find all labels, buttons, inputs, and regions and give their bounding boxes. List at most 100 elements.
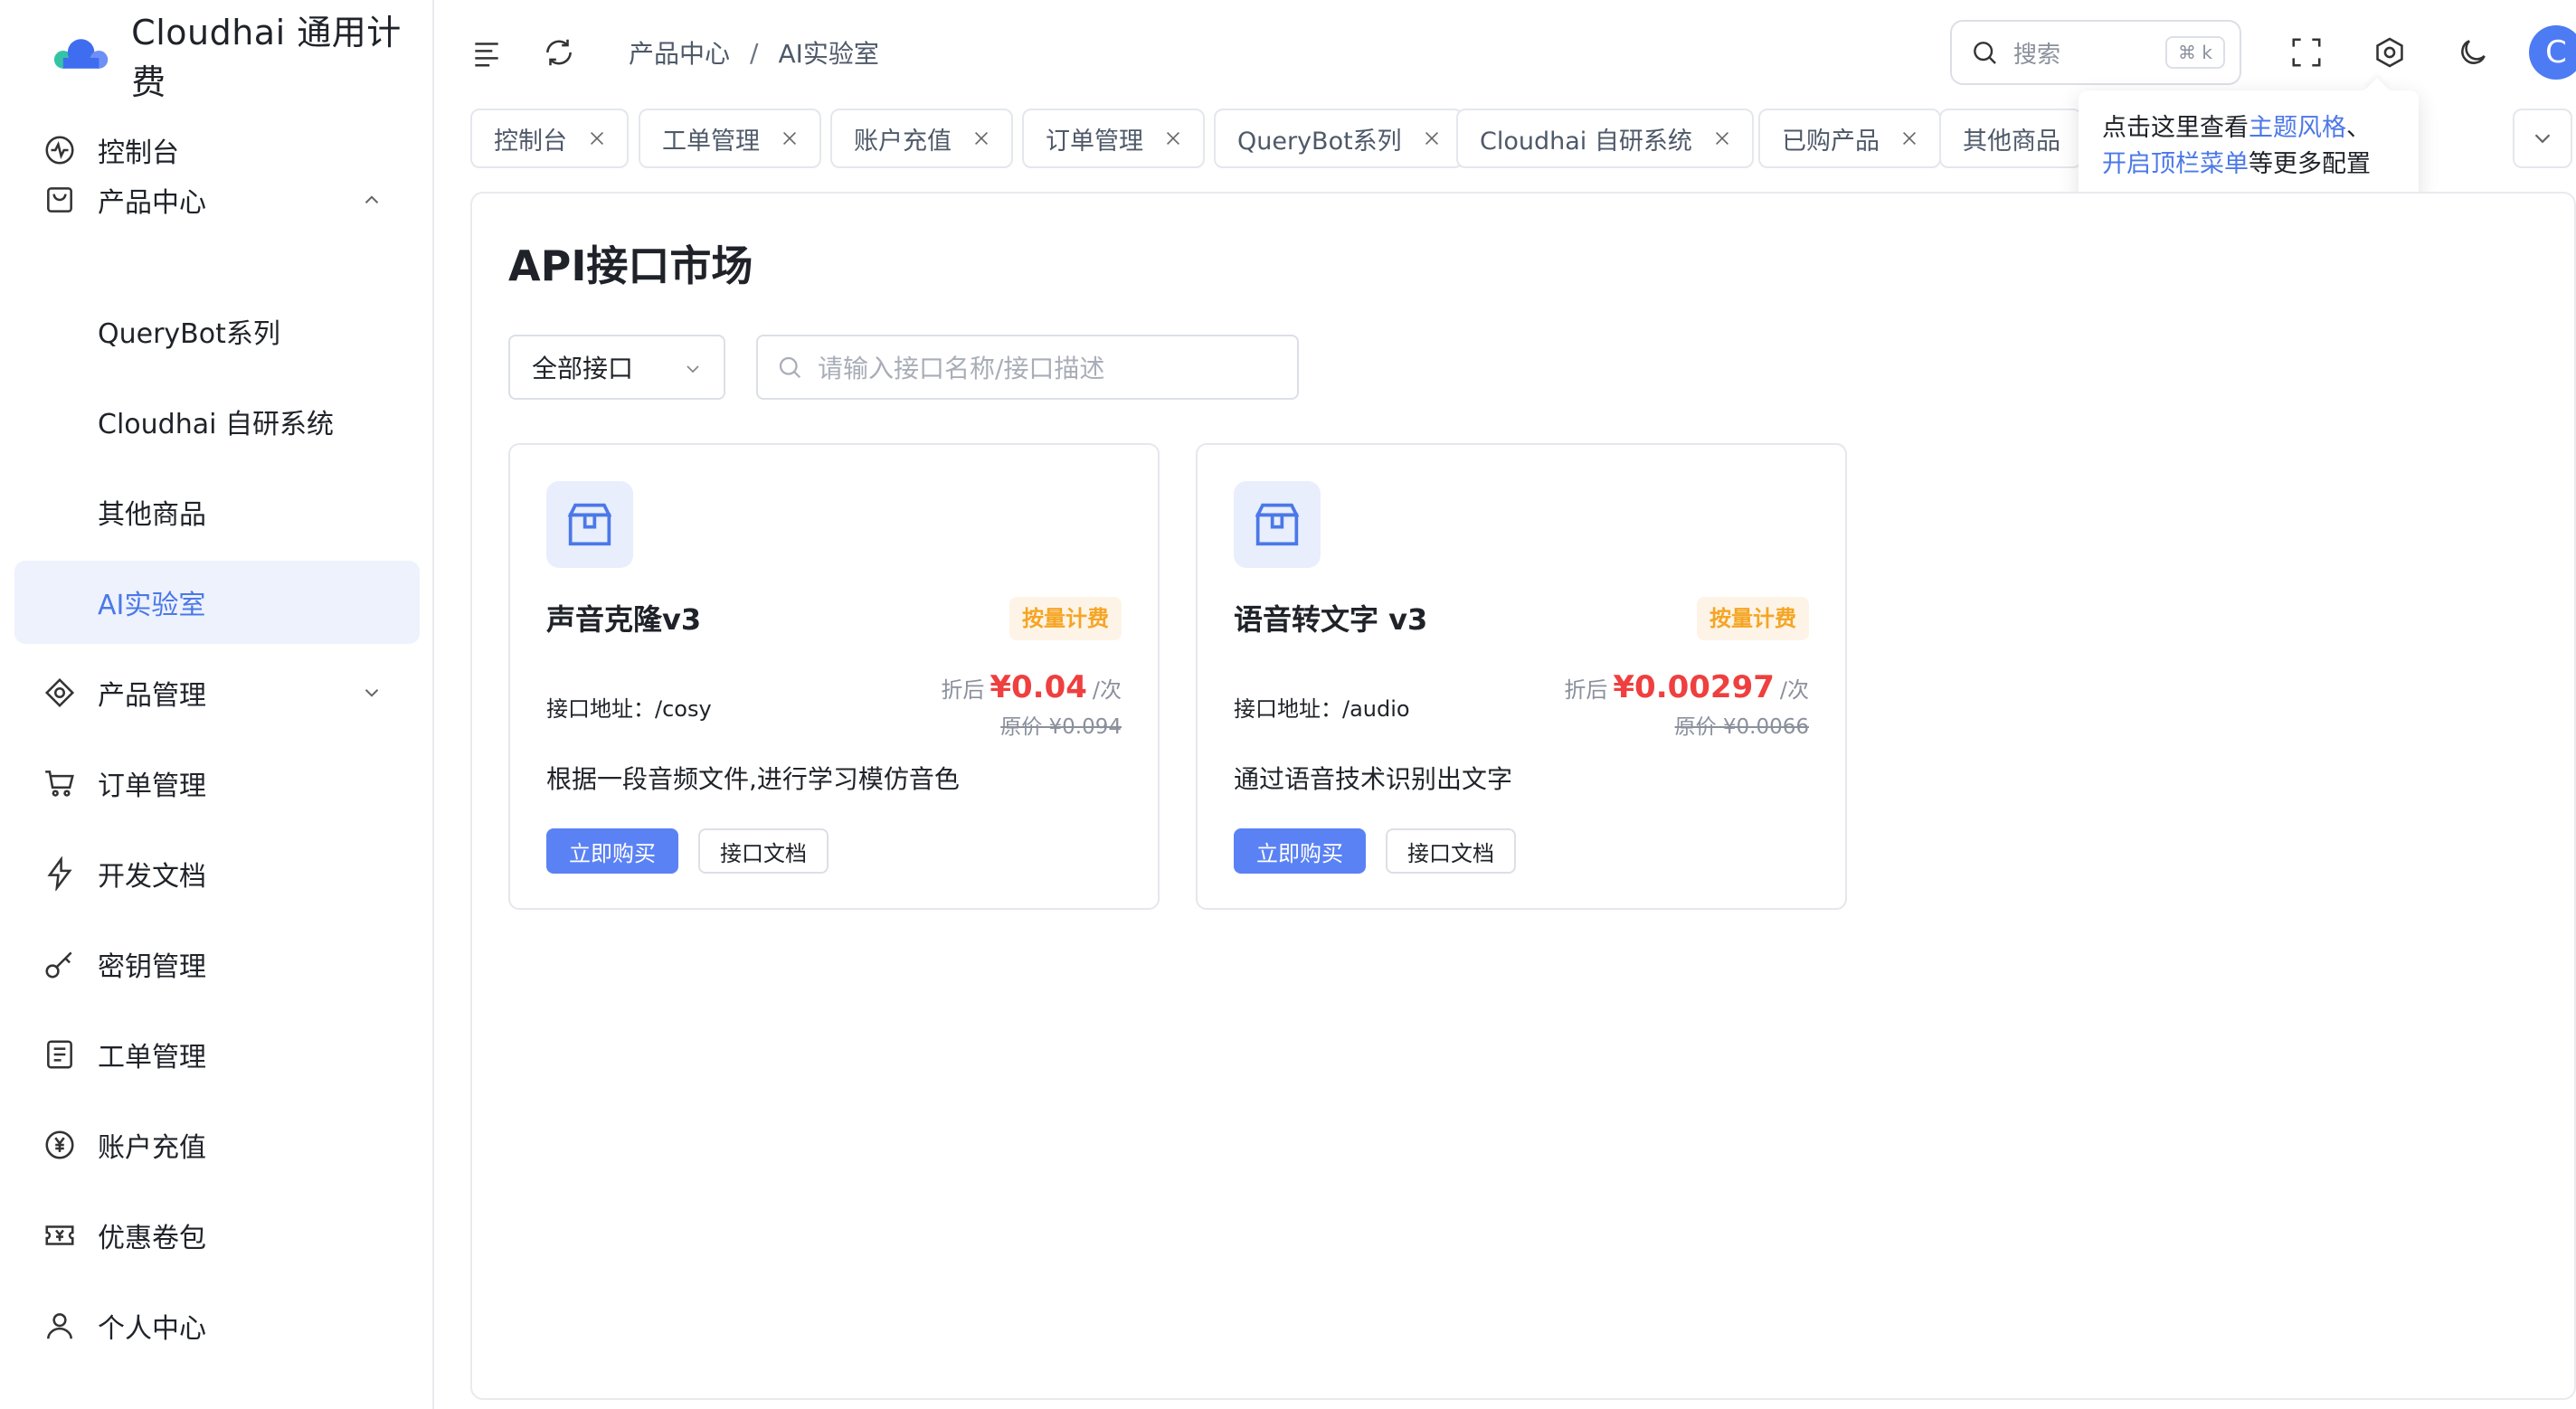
api-search-input[interactable]: 请输入接口名称/接口描述 <box>756 335 1299 400</box>
api-address: 接口地址：/cosy <box>546 691 712 723</box>
sidebar-item-label: 订单管理 <box>98 771 206 802</box>
sidebar-item-product-management[interactable]: 产品管理 <box>14 651 420 734</box>
bolt-icon <box>42 856 78 892</box>
search-icon <box>779 356 801 379</box>
chevron-down-icon <box>687 365 699 374</box>
settings-icon[interactable] <box>2370 33 2410 72</box>
close-icon[interactable] <box>1712 128 1732 148</box>
package-icon <box>1234 481 1321 568</box>
discount-label: 折后 <box>941 677 985 703</box>
search-shortcut: ⌘ k <box>2165 36 2225 69</box>
breadcrumb: 产品中心 / AI实验室 <box>629 34 879 71</box>
breadcrumb-current: AI实验室 <box>778 39 879 69</box>
sidebar-item-keys[interactable]: 密钥管理 <box>14 922 420 1006</box>
api-docs-button[interactable]: 接口文档 <box>1386 828 1516 874</box>
sidebar-item-querybot[interactable]: QueryBot系列 <box>14 289 420 373</box>
sidebar-item-product-center[interactable]: 产品中心 <box>14 158 420 241</box>
api-docs-button[interactable]: 接口文档 <box>698 828 829 874</box>
sidebar: Cloudhai 通用计费 控制台 产品中心 QueryBot系列 Cloudh… <box>0 0 434 1409</box>
api-address-value: /cosy <box>655 696 712 722</box>
api-address-label: 接口地址： <box>546 696 655 722</box>
original-price: 原价 ¥0.094 <box>1000 715 1122 739</box>
sidebar-item-ai-lab[interactable]: AI实验室 <box>14 561 420 644</box>
tab-querybot[interactable]: QueryBot系列 <box>1214 109 1463 168</box>
tab-label: 已购产品 <box>1782 127 1880 156</box>
api-address: 接口地址：/audio <box>1234 691 1410 723</box>
theme-style-link[interactable]: 主题风格 <box>2249 114 2346 142</box>
sidebar-item-other-products[interactable]: 其他商品 <box>14 470 420 553</box>
breadcrumb-item[interactable]: 产品中心 <box>629 34 730 71</box>
api-name: 声音克隆v3 <box>546 602 702 637</box>
sidebar-item-label: AI实验室 <box>98 590 206 621</box>
close-icon[interactable] <box>780 128 800 148</box>
sidebar-item-label: 优惠卷包 <box>98 1223 206 1254</box>
api-description: 根据一段音频文件,进行学习模仿音色 <box>546 764 960 794</box>
original-price: 原价 ¥0.0066 <box>1674 715 1809 739</box>
price-block: 折后 ¥0.04 /次 原价 ¥0.094 <box>941 669 1122 740</box>
discount-label: 折后 <box>1564 677 1608 703</box>
header: 产品中心 / AI实验室 搜索 ⌘ k C <box>434 0 2576 105</box>
sidebar-item-label: QueryBot系列 <box>98 318 280 350</box>
close-icon[interactable] <box>1899 128 1919 148</box>
api-type-select[interactable]: 全部接口 <box>508 335 725 400</box>
sidebar-item-label: Cloudhai 自研系统 <box>98 409 334 440</box>
price-unit: /次 <box>1092 677 1122 703</box>
close-icon[interactable] <box>1422 128 1442 148</box>
page-title: API接口市场 <box>508 241 753 290</box>
main-panel: API接口市场 全部接口 请输入接口名称/接口描述 声音克隆v3 按量计费 接口… <box>470 192 2576 1400</box>
discount-price: ¥0.00297 <box>1613 669 1775 705</box>
brand-name: Cloudhai 通用计费 <box>131 13 402 102</box>
buy-now-button[interactable]: 立即购买 <box>546 828 678 874</box>
tab-tickets[interactable]: 工单管理 <box>639 109 821 168</box>
cart-icon <box>42 765 78 801</box>
top-menu-link[interactable]: 开启顶栏菜单 <box>2102 150 2249 178</box>
sidebar-item-label: 账户充值 <box>98 1132 206 1164</box>
sidebar-item-orders[interactable]: 订单管理 <box>14 742 420 825</box>
sidebar-item-profile[interactable]: 个人中心 <box>14 1284 420 1367</box>
chevron-down-icon <box>365 689 379 697</box>
sidebar-item-label: 个人中心 <box>98 1313 206 1345</box>
tab-dashboard[interactable]: 控制台 <box>470 109 629 168</box>
tab-other-products[interactable]: 其他商品 <box>1939 109 2082 168</box>
sidebar-item-tickets[interactable]: 工单管理 <box>14 1013 420 1096</box>
tab-cloudhai-system[interactable]: Cloudhai 自研系统 <box>1456 109 1754 168</box>
sidebar-item-dev-docs[interactable]: 开发文档 <box>14 832 420 915</box>
avatar[interactable]: C <box>2529 25 2576 80</box>
tabs-more-button[interactable] <box>2513 109 2572 168</box>
bag-icon <box>42 182 78 218</box>
global-search[interactable]: 搜索 ⌘ k <box>1950 20 2241 85</box>
api-card: 语音转文字 v3 按量计费 接口地址：/audio 折后 ¥0.00297 /次… <box>1196 443 1847 910</box>
close-icon[interactable] <box>587 128 607 148</box>
refresh-icon[interactable] <box>539 33 579 72</box>
brand[interactable]: Cloudhai 通用计费 <box>51 13 432 102</box>
fullscreen-icon[interactable] <box>2287 33 2326 72</box>
api-card: 声音克隆v3 按量计费 接口地址：/cosy 折后 ¥0.04 /次 原价 ¥0… <box>508 443 1160 910</box>
discount-price: ¥0.04 <box>990 669 1087 705</box>
menu-fold-icon[interactable] <box>467 33 507 72</box>
tab-purchased[interactable]: 已购产品 <box>1758 109 1941 168</box>
sidebar-item-coupons[interactable]: 优惠卷包 <box>14 1194 420 1277</box>
close-icon[interactable] <box>1163 128 1183 148</box>
dark-mode-icon[interactable] <box>2453 33 2493 72</box>
sidebar-item-label: 开发文档 <box>98 861 206 893</box>
api-description: 通过语音技术识别出文字 <box>1234 764 1513 794</box>
tab-label: 控制台 <box>494 127 567 156</box>
coupon-icon <box>42 1217 78 1253</box>
sidebar-item-recharge[interactable]: 账户充值 <box>14 1103 420 1187</box>
package-icon <box>546 481 633 568</box>
sidebar-item-label: 工单管理 <box>98 1042 206 1073</box>
yuan-coin-icon <box>42 1127 78 1163</box>
tab-label: 订单管理 <box>1046 127 1143 156</box>
tab-orders[interactable]: 订单管理 <box>1022 109 1205 168</box>
tooltip-text: 等更多配置 <box>2249 150 2371 178</box>
price-block: 折后 ¥0.00297 /次 原价 ¥0.0066 <box>1564 669 1809 740</box>
sidebar-item-label: 产品管理 <box>98 680 206 712</box>
settings-tooltip: 点击这里查看主题风格、 开启顶栏菜单等更多配置 <box>2079 77 2419 204</box>
tab-recharge[interactable]: 账户充值 <box>830 109 1013 168</box>
cloud-logo-icon <box>53 39 109 69</box>
sidebar-item-cloudhai-system[interactable]: Cloudhai 自研系统 <box>14 380 420 463</box>
tab-label: QueryBot系列 <box>1237 127 1402 156</box>
tab-label: 账户充值 <box>854 127 952 156</box>
close-icon[interactable] <box>971 128 991 148</box>
buy-now-button[interactable]: 立即购买 <box>1234 828 1366 874</box>
